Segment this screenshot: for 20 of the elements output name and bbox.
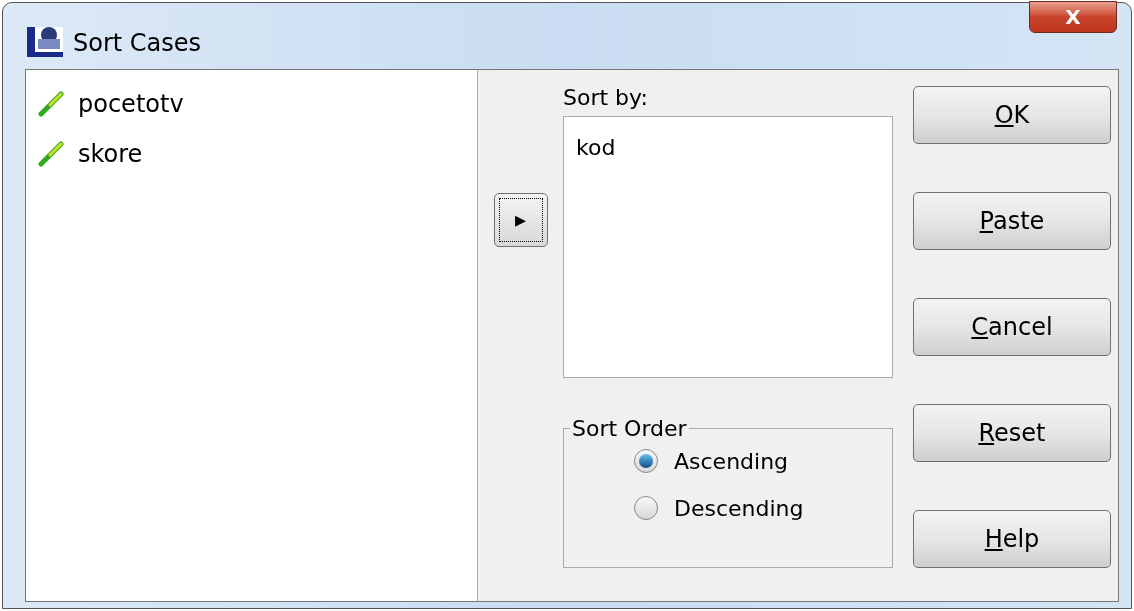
sort-order-option[interactable]: Descending [634,491,882,525]
dialog-button[interactable]: Help [913,510,1111,568]
sort-variable-item[interactable]: kod [576,130,880,164]
radio-button[interactable] [634,496,658,520]
app-icon [27,25,65,59]
dialog-button[interactable]: Reset [913,404,1111,462]
sort-by-label: Sort by: [563,84,649,112]
ruler-icon [38,91,64,117]
dialog-button[interactable]: OK [913,86,1111,144]
variable-item[interactable]: pocetotv [38,86,477,122]
sort-order-option[interactable]: Ascending [634,444,882,478]
ruler-icon [38,141,64,167]
move-button[interactable]: ▸ [493,193,548,247]
dialog-button[interactable]: Paste [913,192,1111,250]
dialog-button[interactable]: Cancel [913,298,1111,356]
close-button[interactable]: X [1029,1,1117,33]
sort-order-title: Sort Order [571,414,688,443]
variable-item[interactable]: skore [38,136,477,172]
radio-button[interactable] [634,449,658,473]
window-title: Sort Cases [73,28,202,59]
